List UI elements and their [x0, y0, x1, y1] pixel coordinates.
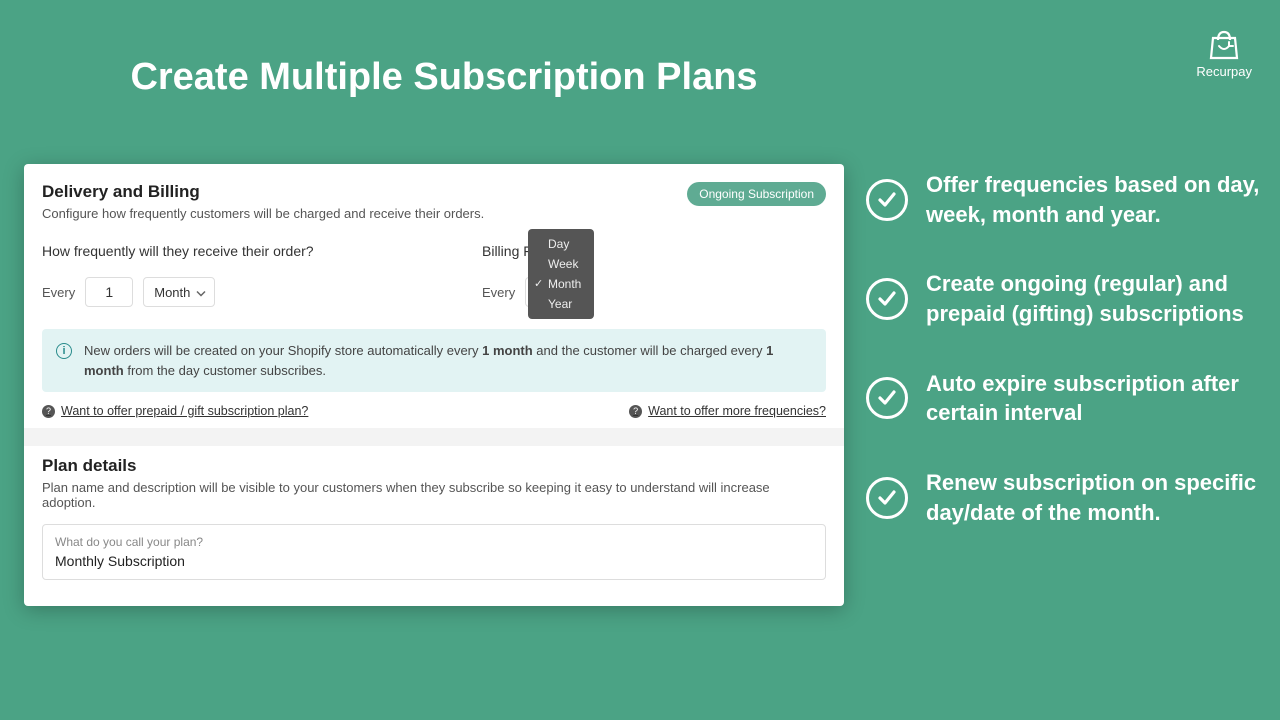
- feature-item: Auto expire subscription after certain i…: [866, 369, 1260, 428]
- feature-item: Create ongoing (regular) and prepaid (gi…: [866, 269, 1260, 328]
- dropdown-option-year[interactable]: Year: [528, 294, 594, 314]
- every-label: Every: [42, 285, 75, 300]
- subscription-type-badge[interactable]: Ongoing Subscription: [687, 182, 826, 206]
- feature-text: Renew subscription on specific day/date …: [926, 468, 1260, 527]
- plan-name-label: What do you call your plan?: [55, 535, 813, 549]
- more-frequencies-help-link[interactable]: ? Want to offer more frequencies?: [629, 404, 826, 418]
- plan-details-title: Plan details: [42, 456, 826, 476]
- feature-text: Offer frequencies based on day, week, mo…: [926, 170, 1260, 229]
- plan-details-subtitle: Plan name and description will be visibl…: [42, 480, 826, 510]
- dropdown-option-week[interactable]: Week: [528, 254, 594, 274]
- brand-logo: Recurpay: [1196, 28, 1252, 79]
- plan-name-input[interactable]: What do you call your plan? Monthly Subs…: [42, 524, 826, 580]
- info-banner: i New orders will be created on your Sho…: [42, 329, 826, 392]
- check-circle-icon: [866, 278, 908, 320]
- delivery-frequency-label: How frequently will they receive their o…: [42, 243, 402, 259]
- every-label: Every: [482, 285, 515, 300]
- feature-text: Create ongoing (regular) and prepaid (gi…: [926, 269, 1260, 328]
- billing-unit-dropdown[interactable]: Day Week Month Year: [528, 229, 594, 319]
- feature-item: Renew subscription on specific day/date …: [866, 468, 1260, 527]
- delivery-unit-value: Month: [154, 285, 190, 300]
- feature-item: Offer frequencies based on day, week, mo…: [866, 170, 1260, 229]
- section-divider: [24, 428, 844, 446]
- info-text: New orders will be created on your Shopi…: [84, 341, 812, 380]
- dropdown-option-day[interactable]: Day: [528, 234, 594, 254]
- prepaid-help-link[interactable]: ? Want to offer prepaid / gift subscript…: [42, 404, 308, 418]
- check-circle-icon: [866, 477, 908, 519]
- delivery-unit-select[interactable]: Month: [143, 277, 215, 307]
- check-circle-icon: [866, 377, 908, 419]
- feature-list: Offer frequencies based on day, week, mo…: [866, 170, 1260, 568]
- brand-name: Recurpay: [1196, 64, 1252, 79]
- card-subtitle: Configure how frequently customers will …: [42, 206, 484, 221]
- info-icon: i: [56, 343, 72, 359]
- chevron-down-icon: [196, 285, 206, 300]
- question-icon: ?: [42, 405, 55, 418]
- delivery-quantity-input[interactable]: [85, 277, 133, 307]
- plan-name-value: Monthly Subscription: [55, 553, 813, 569]
- check-circle-icon: [866, 179, 908, 221]
- dropdown-option-month[interactable]: Month: [528, 274, 594, 294]
- bag-icon: [1207, 28, 1241, 60]
- delivery-billing-card: Delivery and Billing Configure how frequ…: [24, 164, 844, 606]
- card-title: Delivery and Billing: [42, 182, 484, 202]
- question-icon: ?: [629, 405, 642, 418]
- feature-text: Auto expire subscription after certain i…: [926, 369, 1260, 428]
- page-title: Create Multiple Subscription Plans: [24, 0, 864, 99]
